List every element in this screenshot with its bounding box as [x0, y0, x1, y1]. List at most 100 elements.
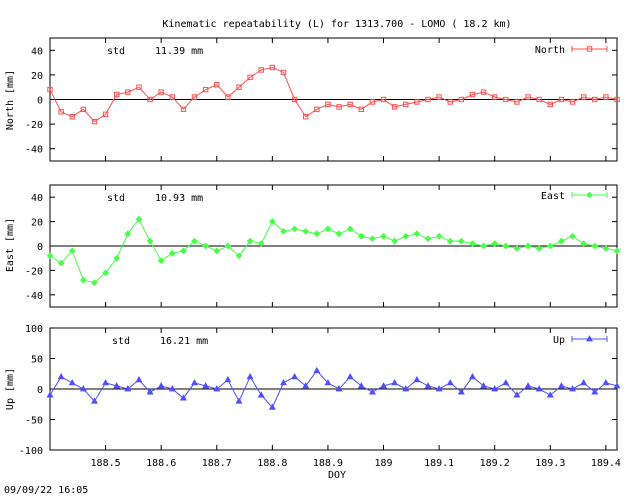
up-data-point: [291, 372, 299, 380]
east-legend-marker: [586, 191, 593, 199]
up-data-point: [235, 397, 243, 404]
north-panel: std 11.39 mm North [mm] North -40 -20 0 20 4…: [5, 37, 620, 162]
up-data-point: [102, 379, 110, 386]
up-y-axis-label: Up [mm]: [5, 368, 16, 410]
east-data-point: [435, 232, 443, 240]
up-ytick-label: -100: [19, 446, 43, 457]
up-data-point: [468, 372, 476, 380]
east-legend-label: East: [541, 191, 565, 202]
east-data-point: [380, 232, 387, 240]
up-data-point: [313, 366, 321, 374]
north-std-value: 11.39 mm: [155, 46, 203, 57]
east-data-point: [402, 232, 410, 240]
east-data-point: [346, 225, 354, 233]
east-data-point: [46, 252, 54, 260]
east-data-point: [524, 242, 532, 250]
north-ytick-label: -40: [25, 145, 43, 156]
up-data-point: [46, 391, 54, 398]
east-data-point: [457, 237, 465, 245]
east-data-point: [335, 230, 343, 238]
east-std-value: 10.93 mm: [155, 193, 203, 204]
chart-title: Kinematic repeatability (L) for 1313.700…: [162, 19, 511, 30]
east-std-label: std: [107, 193, 125, 204]
east-data-point: [79, 276, 87, 284]
east-data-point: [569, 232, 576, 240]
north-ytick-label: 20: [31, 71, 43, 82]
north-ytick-label: -20: [25, 120, 43, 131]
up-data-point: [157, 382, 165, 389]
up-data-point: [346, 372, 354, 380]
east-data-point: [391, 237, 399, 245]
xtick-label: 188.6: [146, 458, 176, 469]
xtick-label: 189.4: [591, 458, 621, 469]
east-data-point: [324, 225, 332, 233]
east-data-point: [546, 242, 554, 250]
up-panel: std 16.21 mm Up [mm] Up DOY -100 -50 0 50 10…: [5, 324, 621, 481]
chart-figure: Kinematic repeatability (L) for 1313.700…: [4, 19, 621, 496]
east-data-point: [369, 235, 376, 243]
x-axis-label: DOY: [328, 470, 346, 481]
up-data-point: [446, 379, 454, 386]
north-ytick-label: 40: [31, 46, 43, 57]
up-data-point: [602, 379, 610, 386]
east-data-point: [168, 249, 176, 257]
up-data-point: [502, 379, 510, 386]
up-ytick-label: 0: [37, 385, 43, 396]
up-data-point: [580, 379, 588, 386]
east-ytick-label: -40: [25, 291, 43, 302]
north-ytick-label: 0: [37, 96, 43, 107]
east-y-axis-label: East [mm]: [5, 218, 16, 272]
up-data-point: [57, 372, 65, 380]
east-data-point: [213, 247, 221, 255]
xtick-label: 189: [374, 458, 392, 469]
xtick-label: 188.9: [313, 458, 343, 469]
east-ytick-label: 20: [31, 218, 43, 229]
east-data-point: [613, 247, 621, 255]
up-data-point: [135, 376, 143, 383]
up-ytick-label: -50: [25, 416, 43, 427]
east-data-point: [157, 257, 165, 265]
up-data-point: [224, 376, 232, 383]
east-data-point: [302, 227, 310, 235]
up-data-point: [391, 379, 399, 386]
up-data-point: [413, 376, 421, 383]
up-data-point: [557, 382, 565, 389]
east-ytick-label: -20: [25, 266, 43, 277]
east-data-point: [291, 225, 298, 233]
east-panel: std 10.93 mm East [mm] East -40 -20 0 20 40: [5, 184, 621, 308]
up-data-point: [424, 382, 432, 389]
xtick-label: 189.1: [424, 458, 454, 469]
east-data-point: [480, 242, 487, 250]
east-series-line: [49, 218, 618, 284]
up-legend-label: Up: [553, 335, 565, 346]
up-data-point: [591, 388, 599, 395]
xtick-label: 188.8: [257, 458, 287, 469]
up-ytick-label: 50: [31, 355, 43, 366]
north-series-line: [49, 66, 618, 123]
xtick-label: 188.7: [202, 458, 232, 469]
east-data-point: [502, 242, 510, 250]
east-data-point: [202, 242, 210, 250]
east-data-point: [357, 232, 365, 240]
east-data-point: [146, 237, 154, 245]
east-ytick-label: 0: [37, 242, 43, 253]
north-std-label: std: [107, 46, 125, 57]
east-ytick-label: 40: [31, 193, 43, 204]
xtick-label: 188.5: [91, 458, 121, 469]
xtick-label: 189.3: [535, 458, 565, 469]
north-legend-label: North: [535, 45, 565, 56]
east-data-point: [313, 230, 321, 238]
up-data-point: [246, 372, 254, 380]
up-ytick-label: 100: [25, 324, 43, 335]
up-std-label: std: [112, 336, 130, 347]
north-y-axis-label: North [mm]: [5, 70, 16, 130]
footer-timestamp: 09/09/22 16:05: [4, 485, 88, 496]
up-data-point: [191, 379, 199, 386]
east-data-point: [413, 230, 421, 238]
xtick-label: 189.2: [480, 458, 510, 469]
east-data-point: [558, 237, 565, 245]
east-data-point: [446, 237, 454, 245]
east-data-point: [591, 242, 599, 250]
up-std-value: 16.21 mm: [160, 336, 208, 347]
east-data-point: [424, 235, 432, 243]
